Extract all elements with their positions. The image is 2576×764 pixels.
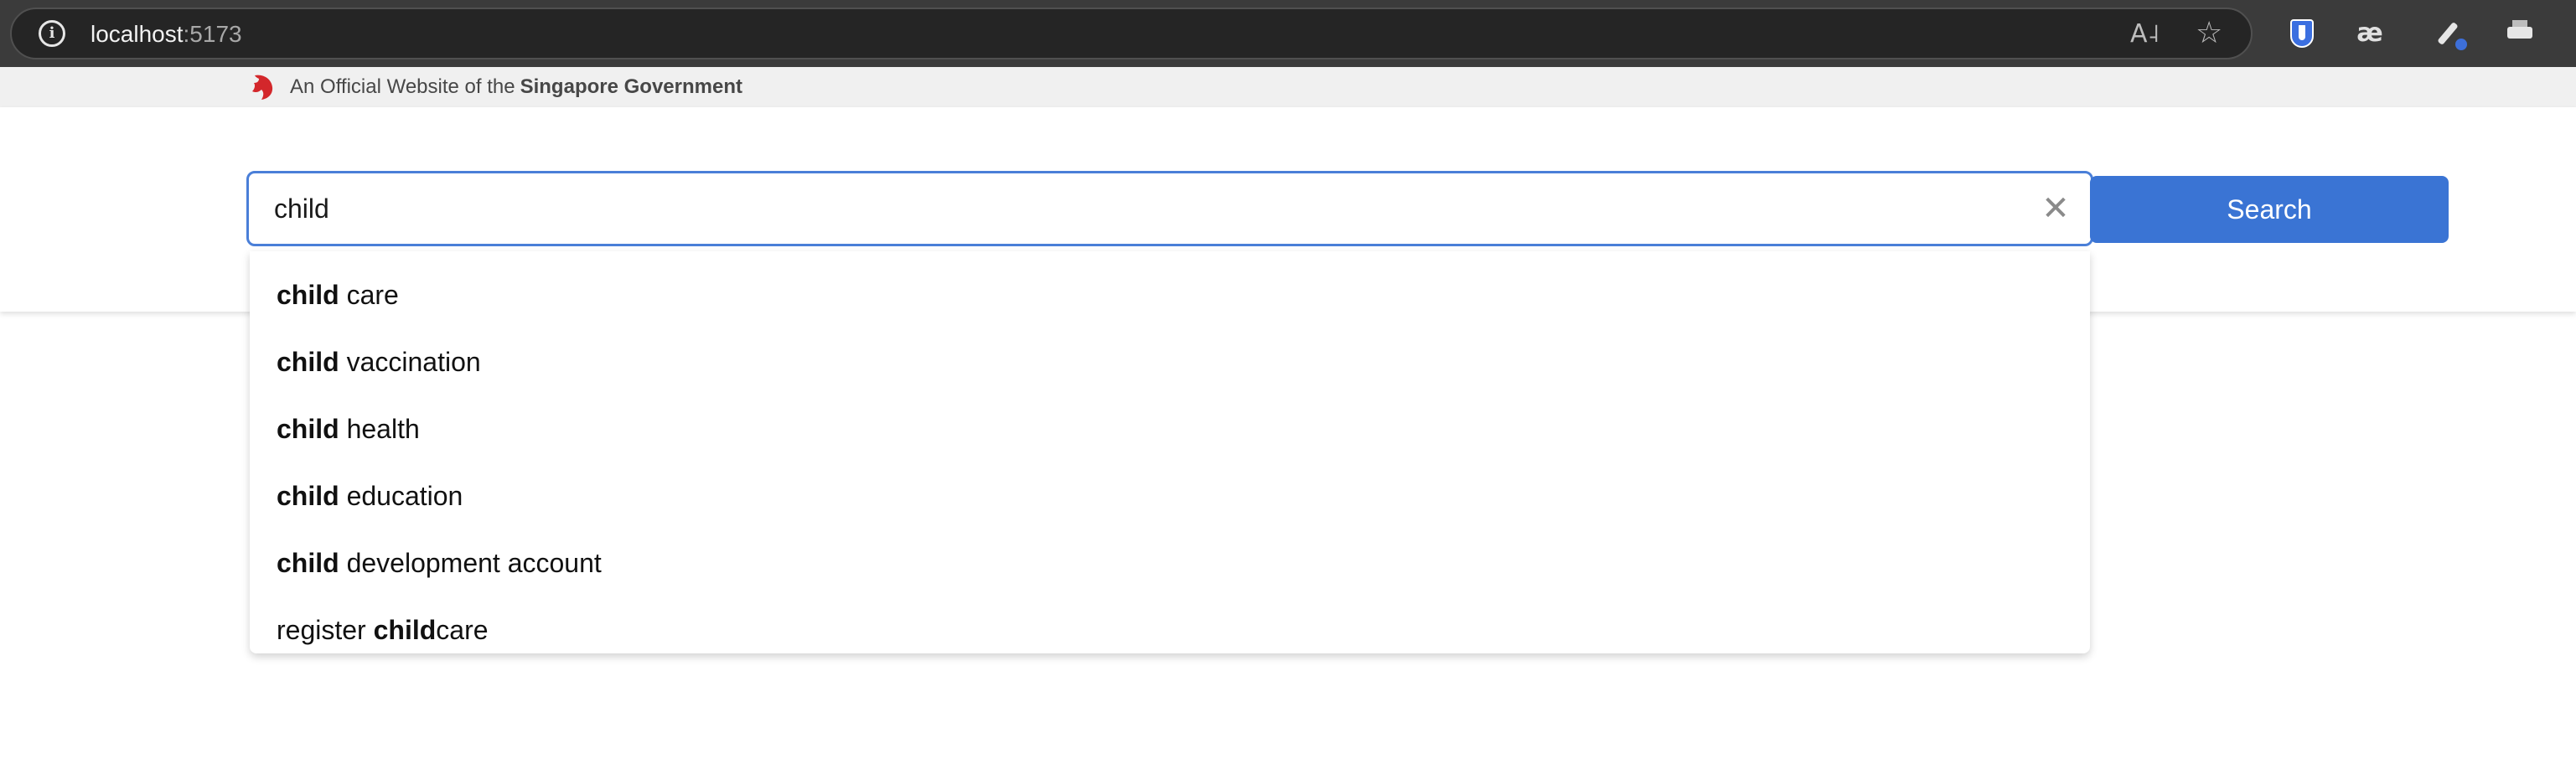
government-masthead: An Official Website of the Singapore Gove… bbox=[0, 67, 2576, 107]
masthead-government: Singapore Government bbox=[520, 75, 742, 98]
suggestion-match: child bbox=[373, 615, 437, 645]
search-input[interactable] bbox=[274, 173, 2017, 244]
suggestion-match: child bbox=[277, 481, 339, 511]
masthead-prefix: An Official Website of the bbox=[290, 75, 515, 98]
suggestion-match: child bbox=[277, 280, 339, 310]
masthead-text: An Official Website of the Singapore Gove… bbox=[290, 75, 742, 99]
suggestion-item[interactable]: register childcare bbox=[277, 605, 489, 655]
suggestion-item[interactable]: child vaccination bbox=[277, 337, 481, 387]
suggestion-item[interactable]: child care bbox=[277, 270, 399, 320]
suggestion-match: child bbox=[277, 347, 339, 377]
suggestion-suffix: education bbox=[339, 481, 463, 511]
printer-icon[interactable] bbox=[2502, 15, 2539, 52]
suggestion-match: child bbox=[277, 414, 339, 444]
lion-head-icon bbox=[252, 75, 273, 100]
address-url[interactable]: localhost:5173 bbox=[91, 19, 242, 49]
url-host: localhost bbox=[91, 21, 184, 47]
read-aloud-icon[interactable]: A˨ bbox=[2130, 19, 2160, 49]
ae-icon[interactable]: æ bbox=[2351, 15, 2388, 52]
suggestion-suffix: development account bbox=[339, 548, 602, 578]
suggestion-suffix: care bbox=[339, 280, 399, 310]
suggestion-item[interactable]: child development account bbox=[277, 538, 602, 588]
star-icon[interactable]: ☆ bbox=[2196, 18, 2222, 49]
info-icon[interactable]: i bbox=[39, 20, 65, 47]
suggestions-dropdown: child care child vaccination child healt… bbox=[250, 251, 2090, 653]
address-bar[interactable]: i localhost:5173 A˨ ☆ bbox=[10, 8, 2253, 59]
close-icon[interactable]: ✕ bbox=[2041, 192, 2071, 225]
suggestion-item[interactable]: child education bbox=[277, 471, 463, 521]
suggestion-item[interactable]: child health bbox=[277, 404, 420, 454]
bitwarden-icon[interactable] bbox=[2283, 15, 2320, 52]
browser-toolbar: i localhost:5173 A˨ ☆ æ bbox=[0, 0, 2576, 67]
eyedropper-icon[interactable] bbox=[2430, 15, 2469, 52]
suggestion-match: child bbox=[277, 548, 339, 578]
suggestion-suffix: vaccination bbox=[339, 347, 481, 377]
url-port: :5173 bbox=[183, 21, 242, 47]
search-box[interactable]: ✕ bbox=[246, 171, 2093, 246]
suggestion-suffix: care bbox=[436, 615, 489, 645]
suggestion-prefix: register bbox=[277, 615, 374, 645]
suggestion-suffix: health bbox=[339, 414, 420, 444]
search-button[interactable]: Search bbox=[2090, 176, 2449, 243]
